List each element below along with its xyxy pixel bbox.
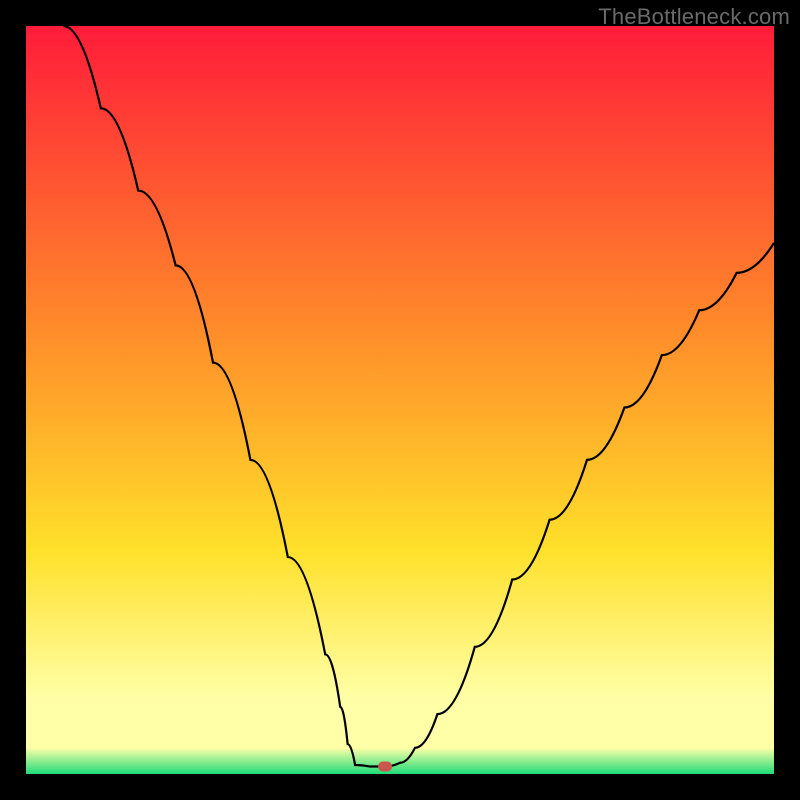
watermark-label: TheBottleneck.com xyxy=(598,4,790,30)
bottleneck-curve-chart xyxy=(26,26,774,774)
plot-area xyxy=(26,26,774,774)
gradient-background xyxy=(26,26,774,774)
optimal-point-marker xyxy=(378,762,392,772)
chart-frame: TheBottleneck.com xyxy=(0,0,800,800)
